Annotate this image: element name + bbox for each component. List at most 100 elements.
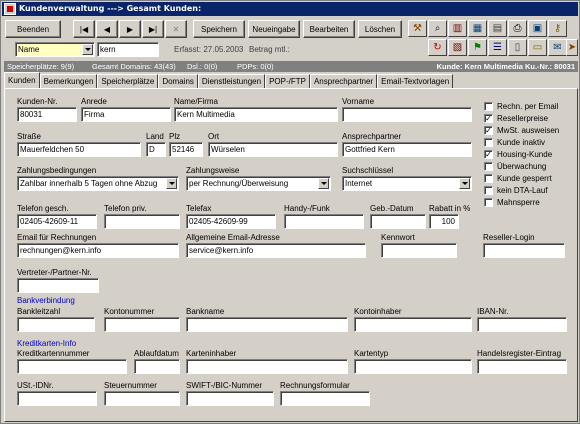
- list-icon[interactable]: ☰: [488, 39, 507, 56]
- checkbox-mwst[interactable]: ✓ MwSt. ausweisen: [484, 126, 559, 135]
- karteninhaber-field[interactable]: [186, 359, 348, 374]
- steuernummer-field[interactable]: [104, 391, 180, 406]
- loeschen-button[interactable]: Löschen: [358, 20, 402, 38]
- blz-field[interactable]: [17, 317, 95, 332]
- beenden-button[interactable]: Beenden: [5, 20, 61, 38]
- checkbox-resellerpreise[interactable]: ✓ Resellerpreise: [484, 114, 548, 123]
- checkbox-box[interactable]: [484, 186, 493, 195]
- vorname-field[interactable]: [342, 107, 472, 122]
- zahlungsweise-select[interactable]: per Rechnung/Überweisung: [186, 176, 331, 191]
- checkbox-mahnsperre[interactable]: Mahnsperre: [484, 198, 540, 207]
- tools-icon[interactable]: ⚒: [408, 20, 427, 37]
- tab-kunden[interactable]: Kunden: [4, 72, 40, 88]
- plz-field[interactable]: 52146: [169, 142, 203, 157]
- kennwort-field[interactable]: [381, 243, 457, 258]
- checkbox-box[interactable]: [484, 102, 493, 111]
- checkbox-box[interactable]: [484, 174, 493, 183]
- tab-bemerkungen[interactable]: Bemerkungen: [39, 74, 98, 88]
- status-dsl: Dsl.: 0(0): [187, 62, 218, 71]
- handelsregister-field[interactable]: [477, 359, 567, 374]
- checkbox-box[interactable]: ✓: [484, 114, 493, 123]
- window-icon[interactable]: ▣: [528, 20, 547, 37]
- key-icon[interactable]: ⚷: [548, 20, 567, 37]
- ort-field[interactable]: Würselen: [208, 142, 338, 157]
- strasse-label: Straße: [17, 132, 42, 141]
- chevron-down-icon[interactable]: [82, 44, 93, 55]
- kartennummer-field[interactable]: [17, 359, 127, 374]
- checkbox-dta[interactable]: kein DTA-Lauf: [484, 186, 548, 195]
- kundennr-field[interactable]: 80031: [17, 107, 77, 122]
- kartentyp-field[interactable]: [354, 359, 472, 374]
- neueingabe-button[interactable]: Neueingabe: [248, 20, 300, 38]
- tab-ansprechpartner[interactable]: Ansprechpartner: [309, 74, 378, 88]
- checkbox-box[interactable]: [484, 138, 493, 147]
- anrede-field[interactable]: Firma: [81, 107, 171, 122]
- nav-delete-button[interactable]: ✕: [165, 20, 187, 38]
- checkbox-box[interactable]: [484, 162, 493, 171]
- swift-field[interactable]: [186, 391, 274, 406]
- tag-icon[interactable]: ⚑: [468, 39, 487, 56]
- checkbox-box[interactable]: ✓: [484, 150, 493, 159]
- export-icon[interactable]: ➤: [566, 39, 578, 56]
- chevron-down-icon[interactable]: [318, 178, 329, 189]
- ablaufdatum-field[interactable]: [134, 359, 180, 374]
- rechnungsformular-field[interactable]: [280, 391, 370, 406]
- info-status-bar: Speicherplätze: 9(9) Gesamt Domains: 43(…: [4, 61, 578, 72]
- checkbox-box[interactable]: ✓: [484, 126, 493, 135]
- nav-last-button[interactable]: ▶|: [142, 20, 164, 38]
- ustid-field[interactable]: [17, 391, 97, 406]
- tab-pop-ftp[interactable]: POP-/FTP: [265, 74, 310, 88]
- doc-icon[interactable]: ▯: [508, 39, 527, 56]
- card-icon[interactable]: ▭: [528, 39, 547, 56]
- bankname-field[interactable]: [186, 317, 348, 332]
- checkbox-ueberwachung[interactable]: Überwachung: [484, 162, 546, 171]
- ansprechpartner-field[interactable]: Gottfried Kern: [342, 142, 472, 157]
- strasse-field[interactable]: Mauerfeldchen 50: [17, 142, 141, 157]
- bearbeiten-button[interactable]: Bearbeiten: [303, 20, 355, 38]
- tab-dienstleistungen[interactable]: Dienstleistungen: [197, 74, 266, 88]
- speichern-button[interactable]: Speichern: [193, 20, 245, 38]
- chevron-down-icon[interactable]: [166, 178, 177, 189]
- print-icon[interactable]: ⎙: [508, 20, 527, 37]
- rabatt-field[interactable]: 100: [429, 214, 459, 229]
- tab-email-textvorlagen[interactable]: Email-Textvorlagen: [377, 74, 454, 88]
- refresh-icon[interactable]: ↻: [428, 39, 447, 56]
- telefon-field[interactable]: 02405-42609-11: [17, 214, 97, 229]
- kontoinhaber-field[interactable]: [354, 317, 472, 332]
- mail-icon[interactable]: ✉: [548, 39, 567, 56]
- suchschluessel-select[interactable]: Internet: [342, 176, 472, 191]
- land-field[interactable]: D: [146, 142, 166, 157]
- checkbox-gesperrt[interactable]: Kunde gesperrt: [484, 174, 552, 183]
- email-rechnungen-field[interactable]: rechnungen@kern.info: [17, 243, 179, 258]
- nav-next-button[interactable]: ▶: [119, 20, 141, 38]
- telefon-priv-field[interactable]: [104, 214, 180, 229]
- search-icon[interactable]: ⌕: [428, 20, 447, 37]
- handy-field[interactable]: [284, 214, 364, 229]
- reseller-login-field[interactable]: [483, 243, 565, 258]
- vertreter-field[interactable]: [17, 278, 99, 293]
- telefax-label: Telefax: [186, 204, 212, 213]
- geb-datum-field[interactable]: [370, 214, 426, 229]
- search-field-select[interactable]: Name: [15, 42, 95, 57]
- handy-label: Handy-/Funk: [284, 204, 330, 213]
- tab-domains[interactable]: Domains: [158, 74, 198, 88]
- kontonummer-field[interactable]: [104, 317, 180, 332]
- name-field[interactable]: Kern Multimedia: [174, 107, 338, 122]
- zahlungsbedingungen-select[interactable]: Zahlbar innerhalb 5 Tagen ohne Abzug: [17, 176, 179, 191]
- nav-prev-button[interactable]: ◀: [96, 20, 118, 38]
- chart2-icon[interactable]: ▧: [448, 39, 467, 56]
- telefax-field[interactable]: 02405-42609-99: [186, 214, 276, 229]
- tab-speicherplaetze[interactable]: Speicherplätze: [97, 74, 159, 88]
- checkbox-box[interactable]: [484, 198, 493, 207]
- trash-icon[interactable]: ▤: [488, 20, 507, 37]
- search-input[interactable]: kern: [97, 42, 159, 57]
- nav-first-button[interactable]: |◀: [73, 20, 95, 38]
- email-allgemein-field[interactable]: service@kern.info: [186, 243, 366, 258]
- iban-field[interactable]: [477, 317, 567, 332]
- checkbox-rechn-email[interactable]: Rechn. per Email: [484, 102, 558, 111]
- checkbox-housing[interactable]: ✓ Housing-Kunde: [484, 150, 552, 159]
- chevron-down-icon[interactable]: [459, 178, 470, 189]
- chart-icon[interactable]: ▥: [448, 20, 467, 37]
- checkbox-kunde-inaktiv[interactable]: Kunde inaktiv: [484, 138, 545, 147]
- grid-icon[interactable]: ▦: [468, 20, 487, 37]
